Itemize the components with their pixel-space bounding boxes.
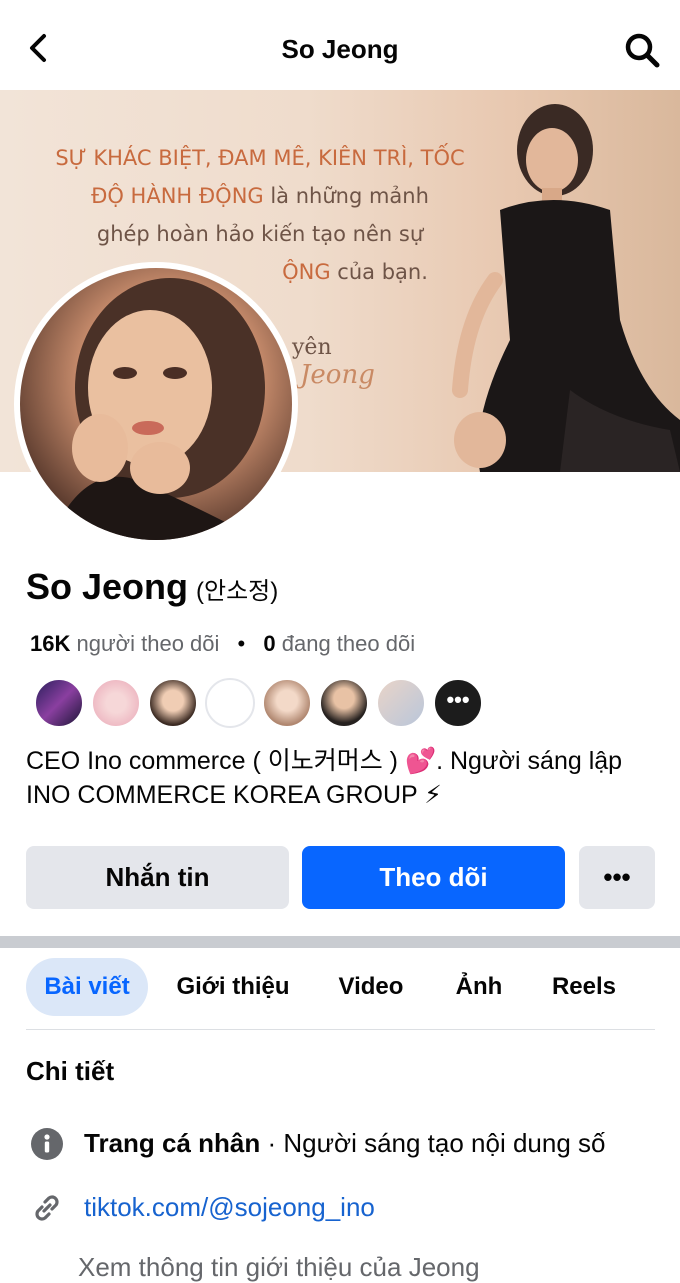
more-followers-button[interactable]: ••• (433, 678, 483, 728)
details-more-text[interactable]: Xem thông tin giới thiệu của Jeong (78, 1252, 480, 1283)
following-label: đang theo dõi (281, 631, 416, 656)
tab-video[interactable]: Video (326, 958, 416, 1016)
link-icon (35, 1195, 59, 1221)
profile-name: So Jeong (안소정) (26, 566, 278, 608)
cover-quote-accent: ỘNG (282, 260, 331, 284)
message-button[interactable]: Nhắn tin (26, 846, 289, 909)
cover-script-signature: Jeong (300, 360, 375, 390)
details-category-value: · Người sáng tạo nội dung số (260, 1128, 606, 1158)
cover-quote-text: của bạn. (330, 260, 428, 284)
cover-quote: SỰ KHÁC BIỆT, ĐAM MÊ, KIÊN TRÌ, TỐC ĐỘ H… (20, 140, 500, 292)
follow-stats[interactable]: 16K người theo dõi • 0 đang theo dõi (30, 631, 415, 657)
tab-posts[interactable]: Bài viết (26, 958, 148, 1016)
tab-reels[interactable]: Reels (542, 958, 626, 1016)
follower-avatar[interactable] (319, 678, 369, 728)
avatar-portrait-image (50, 278, 265, 540)
followers-label: người theo dõi (76, 631, 220, 656)
follower-avatar[interactable] (34, 678, 84, 728)
profile-name-text: So Jeong (26, 566, 189, 607)
profile-native-name: (안소정) (196, 578, 279, 605)
follow-button[interactable]: Theo dõi (302, 846, 565, 909)
profile-bio: CEO Ino commerce ( 이노커머스 ) 💕. Người sáng… (26, 747, 623, 809)
section-divider (0, 936, 680, 948)
follower-avatar[interactable] (262, 678, 312, 728)
cover-person-image (452, 104, 680, 472)
more-options-button[interactable]: ••• (579, 846, 655, 909)
followers-count: 16K (30, 631, 71, 656)
info-icon (31, 1128, 63, 1160)
page-title: So Jeong (281, 34, 399, 64)
top-bar: So Jeong (0, 0, 680, 90)
tabs-underline (26, 1029, 655, 1030)
follower-avatar[interactable] (148, 678, 198, 728)
cover-quote-accent: ĐỘ HÀNH ĐỘNG (91, 184, 264, 208)
search-icon[interactable] (622, 30, 662, 70)
details-heading: Chi tiết (26, 1056, 115, 1086)
profile-tabs: Bài viết Giới thiệu Video Ảnh Reels (0, 958, 680, 1020)
follower-avatar[interactable] (91, 678, 141, 728)
profile-avatar[interactable] (14, 262, 298, 546)
follower-avatar[interactable] (205, 678, 255, 728)
cover-quote-line: ghép hoàn hảo kiến tạo nên sự (96, 222, 424, 246)
stats-separator: • (237, 631, 246, 656)
tab-about[interactable]: Giới thiệu (166, 958, 300, 1016)
follower-avatar[interactable] (376, 678, 426, 728)
details-category-label: Trang cá nhân (84, 1128, 261, 1158)
cover-quote-text: là những mảnh (263, 184, 429, 208)
cover-quote-line: SỰ KHÁC BIỆT, ĐAM MÊ, KIÊN TRÌ, TỐC (55, 146, 465, 170)
following-count: 0 (263, 631, 276, 656)
tab-photos[interactable]: Ảnh (444, 958, 514, 1016)
avatar-photo (20, 268, 292, 540)
tiktok-link[interactable]: tiktok.com/@sojeong_ino (84, 1192, 375, 1223)
cover-signature-text: yên (292, 335, 332, 360)
